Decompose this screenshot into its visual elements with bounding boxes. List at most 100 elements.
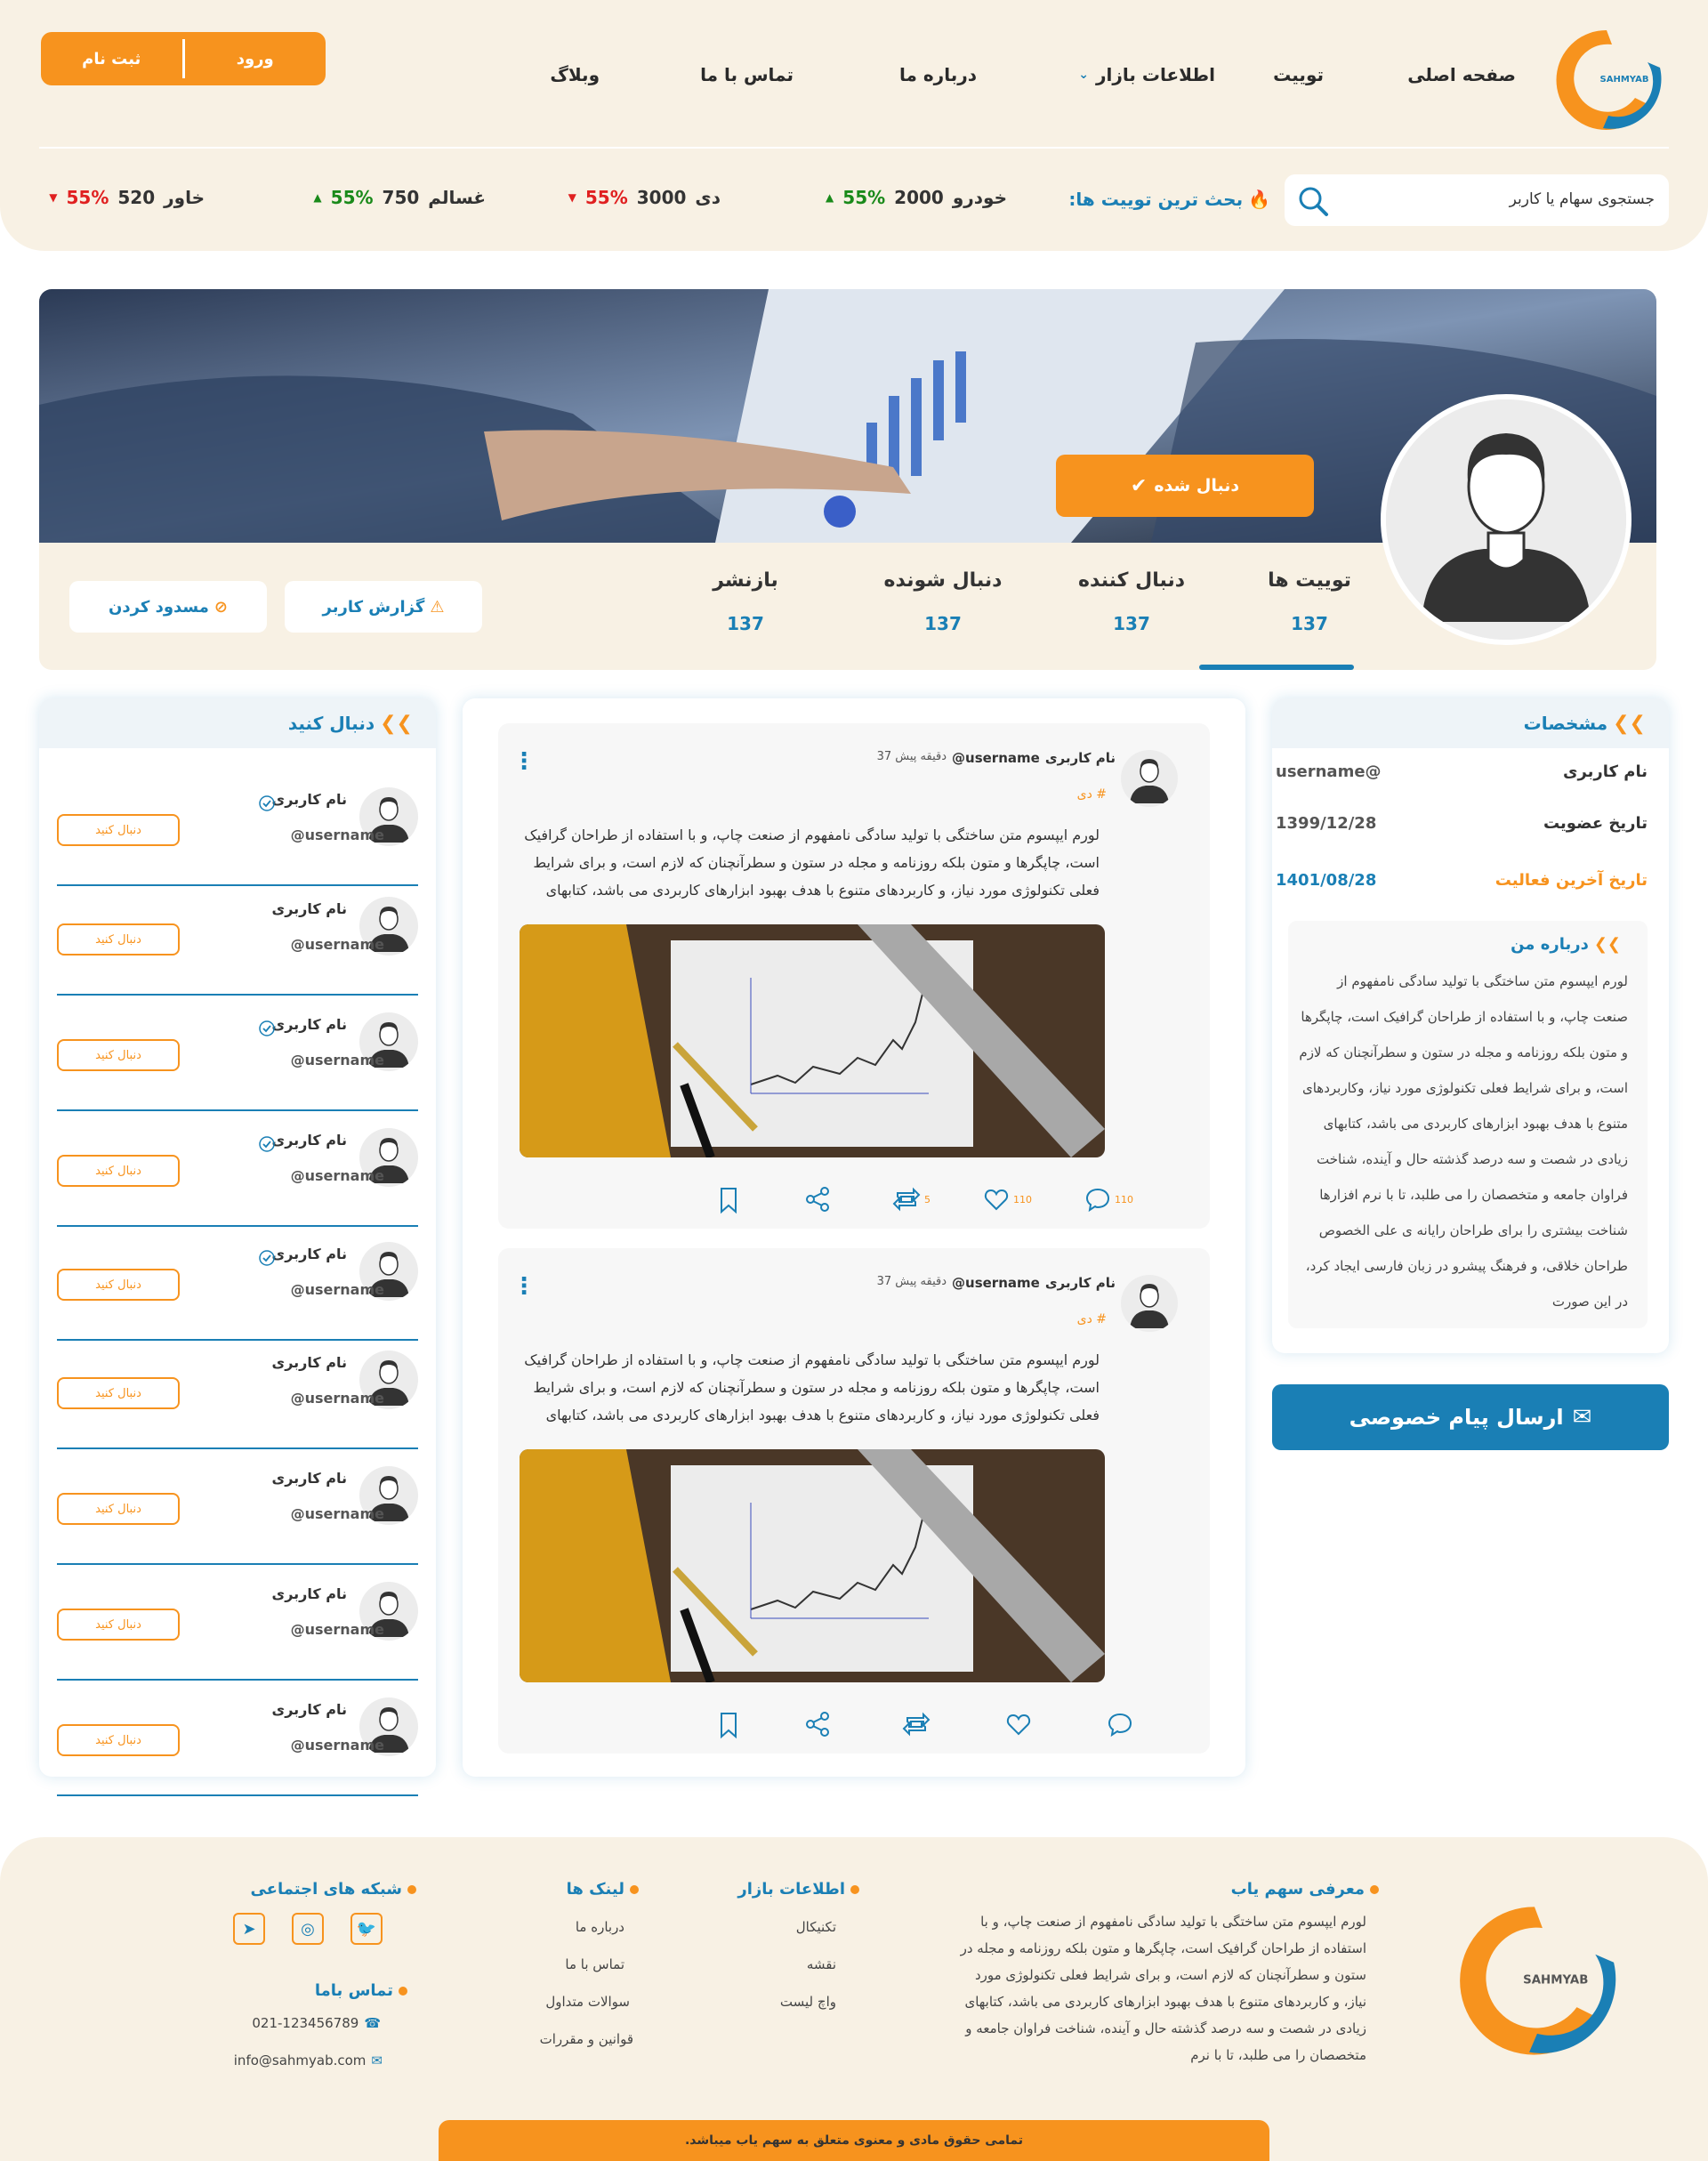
nav-blog[interactable]: وبلاگ: [550, 64, 600, 85]
follow-button[interactable]: دنبال کنید: [57, 1724, 180, 1756]
ticker-value: 3000: [636, 187, 687, 208]
nav-about[interactable]: درباره ما: [899, 64, 977, 85]
tweet-author[interactable]: 37 دقیقه پیش @username نام کاربری: [877, 1275, 1116, 1291]
footer-link-technical[interactable]: تکنیکال: [796, 1919, 836, 1935]
follow-button[interactable]: دنبال کنید: [57, 814, 180, 846]
like-button[interactable]: 110: [983, 1186, 1032, 1213]
footer-link-terms[interactable]: قوانین و مقررات: [540, 2031, 633, 2047]
profile-avatar[interactable]: [1381, 394, 1631, 645]
footer-link-map[interactable]: نقشه: [807, 1956, 836, 1972]
retweet-button[interactable]: 5: [892, 1186, 931, 1213]
block-label: مسدود کردن: [109, 597, 209, 617]
stat-retweets[interactable]: بازنشر 137: [674, 569, 817, 634]
footer-email[interactable]: ✉ info@sahmyab.com: [234, 2052, 383, 2068]
stat-following[interactable]: دنبال شونده 137: [872, 569, 1014, 634]
share-button[interactable]: [804, 1186, 831, 1213]
block-user-button[interactable]: ⊘ مسدود کردن: [69, 581, 267, 633]
comment-button[interactable]: [1107, 1711, 1133, 1738]
footer-link-faq[interactable]: سوالات متداول: [545, 1994, 630, 2010]
ticker-item[interactable]: دی 3000 55% ▼: [568, 187, 721, 208]
follow-suggestion-item[interactable]: نام کاربری @username دنبال کنید: [57, 1110, 418, 1227]
stat-followers[interactable]: دنبال کننده 137: [1060, 569, 1203, 634]
follow-suggestion-item[interactable]: نام کاربری @username دنبال کنید: [57, 995, 418, 1111]
search-box[interactable]: جستجوی سهام یا کاربر: [1285, 174, 1669, 226]
tweet-image[interactable]: [520, 924, 1105, 1157]
author-avatar[interactable]: [1121, 1275, 1178, 1332]
footer-logo[interactable]: SAHMYAB: [1450, 1895, 1619, 2064]
more-options-icon[interactable]: ⋮: [512, 1273, 536, 1300]
hot-tweets-text: بحث ترین توییت ها:: [1068, 189, 1244, 210]
register-button[interactable]: ثبت نام: [41, 50, 182, 69]
private-message-button[interactable]: ✉ ارسال پیام خصوصی: [1272, 1384, 1669, 1450]
search-icon[interactable]: [1295, 183, 1331, 219]
tweet-card[interactable]: 37 دقیقه پیش @username نام کاربری # دی ⋮…: [498, 1248, 1210, 1754]
suggested-user-name[interactable]: نام کاربری: [272, 1701, 347, 1718]
login-button[interactable]: ورود: [185, 50, 326, 69]
author-avatar[interactable]: [1121, 750, 1178, 807]
nav-tweet[interactable]: توییت: [1273, 64, 1324, 85]
share-button[interactable]: [804, 1711, 831, 1738]
follow-suggestion-item[interactable]: نام کاربری @username دنبال کنید: [57, 1224, 418, 1341]
follow-suggestion-item[interactable]: نام کاربری @username دنبال کنید: [57, 1448, 418, 1565]
double-chevron-icon: ❯❯: [1613, 712, 1646, 735]
card-header: ❯❯ دنبال کنید: [39, 698, 436, 748]
suggested-user-name[interactable]: نام کاربری: [272, 900, 347, 917]
ticker-name: دی: [695, 187, 721, 208]
tweet-card[interactable]: 37 دقیقه پیش @username نام کاربری # دی ⋮…: [498, 723, 1210, 1229]
tweet-hashtag[interactable]: # دی: [1077, 787, 1107, 802]
ticker-item[interactable]: خاور 520 55% ▼: [49, 187, 205, 208]
telegram-icon[interactable]: ➤: [233, 1913, 265, 1945]
hot-tweets-label[interactable]: 🔥 بحث ترین توییت ها:: [1068, 189, 1270, 210]
instagram-icon[interactable]: ◎: [292, 1913, 324, 1945]
nav-home[interactable]: صفحه اصلی: [1407, 64, 1516, 85]
report-user-button[interactable]: ⚠ گزارش کاربر: [285, 581, 482, 633]
ticker-item[interactable]: غسالم 750 55% ▲: [313, 187, 486, 208]
tweet-hashtag[interactable]: # دی: [1077, 1312, 1107, 1326]
follow-button[interactable]: دنبال کنید: [57, 923, 180, 956]
follow-suggestion-item[interactable]: نام کاربری @username دنبال کنید: [57, 1564, 418, 1681]
search-input[interactable]: جستجوی سهام یا کاربر: [1510, 190, 1655, 208]
copyright-bar: تمامی حقوق مادی و معنوی متعلق به سهم یاب…: [439, 2120, 1269, 2161]
svg-text:SAHMYAB: SAHMYAB: [1600, 75, 1649, 85]
follow-button[interactable]: دنبال کنید: [57, 1377, 180, 1409]
follow-suggestion-item[interactable]: نام کاربری @username دنبال کنید: [57, 1680, 418, 1796]
suggested-user-name[interactable]: نام کاربری: [272, 1470, 347, 1487]
follow-suggestion-item[interactable]: نام کاربری @username دنبال کنید: [57, 770, 418, 886]
suggested-user-name[interactable]: نام کاربری: [272, 1132, 347, 1149]
suggested-user-name[interactable]: نام کاربری: [272, 1585, 347, 1602]
suggested-user-name[interactable]: نام کاربری: [272, 1016, 347, 1033]
like-button[interactable]: [1005, 1711, 1032, 1738]
suggested-user-name[interactable]: نام کاربری: [272, 1246, 347, 1262]
follow-suggestion-item[interactable]: نام کاربری @username دنبال کنید: [57, 1333, 418, 1449]
site-header: SAHMYAB صفحه اصلی توییت اطلاعات بازار ⌄ …: [0, 0, 1708, 251]
bookmark-button[interactable]: [715, 1711, 742, 1739]
user-avatar-icon: [1130, 759, 1169, 803]
footer-link-contact[interactable]: تماس با ما: [565, 1956, 624, 1972]
follow-button[interactable]: دنبال کنید: [57, 1493, 180, 1525]
follow-button[interactable]: دنبال کنید: [57, 1269, 180, 1301]
nav-contact[interactable]: تماس با ما: [700, 64, 794, 85]
tweet-image[interactable]: [520, 1449, 1105, 1682]
footer-link-about[interactable]: درباره ما: [576, 1919, 624, 1935]
twitter-icon[interactable]: 🐦: [350, 1913, 383, 1945]
follow-button[interactable]: دنبال کنید: [57, 1155, 180, 1187]
bookmark-button[interactable]: [715, 1186, 742, 1214]
ticker-item[interactable]: خودرو 2000 55% ▲: [826, 187, 1007, 208]
followed-button[interactable]: دنبال شده ✔: [1056, 455, 1314, 517]
ticker-name: خاور: [164, 187, 205, 208]
tweet-author[interactable]: 37 دقیقه پیش @username نام کاربری: [877, 750, 1116, 766]
nav-market-info[interactable]: اطلاعات بازار ⌄: [1078, 64, 1215, 85]
footer-phone[interactable]: ☎ 021-123456789: [252, 2015, 381, 2031]
suggested-user-name[interactable]: نام کاربری: [272, 1354, 347, 1371]
follow-button[interactable]: دنبال کنید: [57, 1039, 180, 1071]
stat-tweets[interactable]: توییت ها 137: [1238, 569, 1381, 634]
follow-suggestion-item[interactable]: نام کاربری @username دنبال کنید: [57, 879, 418, 996]
like-count: 110: [1013, 1193, 1032, 1205]
footer-link-watchlist[interactable]: واچ لیست: [780, 1994, 836, 2010]
retweet-button[interactable]: [902, 1711, 931, 1738]
logo[interactable]: SAHMYAB: [1550, 23, 1664, 135]
follow-button[interactable]: دنبال کنید: [57, 1609, 180, 1641]
comment-button[interactable]: 110: [1084, 1186, 1133, 1213]
suggested-user-name[interactable]: نام کاربری: [272, 791, 347, 808]
more-options-icon[interactable]: ⋮: [512, 748, 536, 775]
